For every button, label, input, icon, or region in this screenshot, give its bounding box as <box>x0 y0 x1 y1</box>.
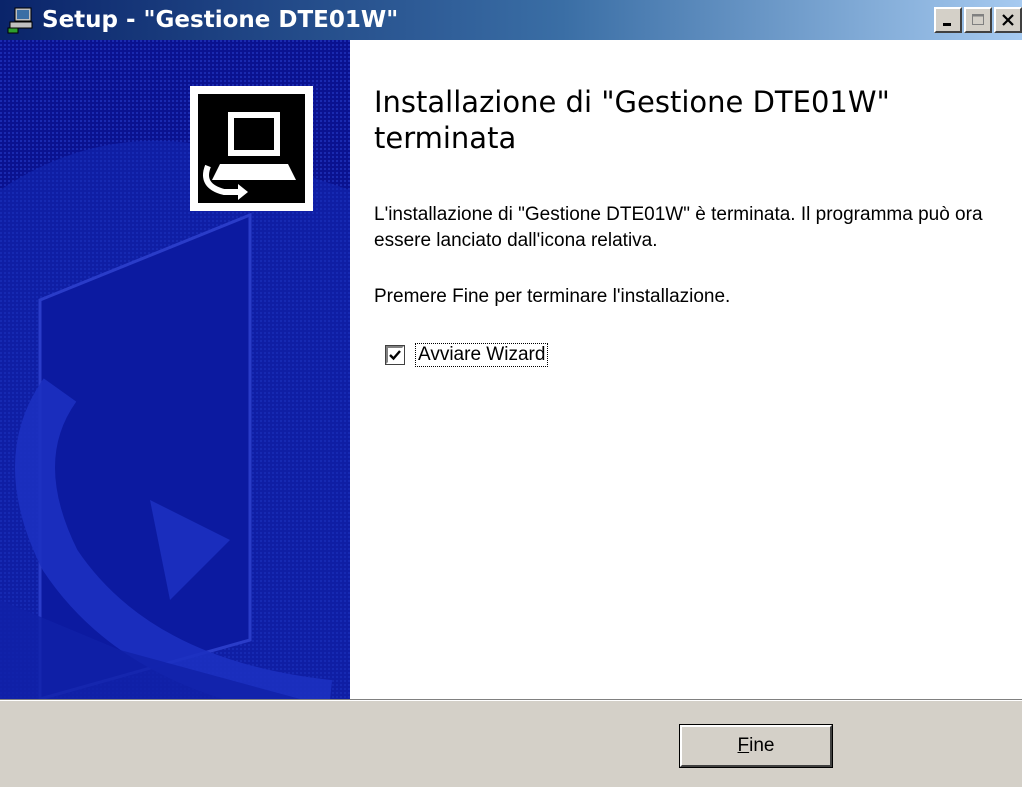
checkmark-icon <box>389 350 401 361</box>
computer-install-icon <box>190 86 313 211</box>
wizard-footer: Fine <box>0 701 1022 787</box>
completion-message: L'installazione di "Gestione DTE01W" è t… <box>374 204 983 251</box>
setup-computer-icon[interactable] <box>6 5 36 35</box>
launch-wizard-option[interactable]: Avviare Wizard <box>385 343 549 367</box>
window-controls <box>934 7 1022 33</box>
finish-button-accelerator: F <box>737 735 750 756</box>
window-title: Setup - "Gestione DTE01W" <box>42 7 399 33</box>
wizard-content: Installazione di "Gestione DTE01W" termi… <box>350 40 1022 699</box>
close-button[interactable] <box>994 7 1022 33</box>
wizard-side-panel <box>0 40 350 699</box>
finish-instruction: Premere Fine per terminare l'installazio… <box>374 286 731 307</box>
minimize-button[interactable] <box>934 7 962 33</box>
finish-button-label: ine <box>749 735 775 756</box>
finish-button[interactable]: Fine <box>679 724 833 768</box>
minimize-icon <box>943 23 951 26</box>
title-bar[interactable]: Setup - "Gestione DTE01W" <box>0 0 1022 40</box>
close-icon <box>1002 14 1014 26</box>
maximize-icon <box>972 14 984 25</box>
launch-wizard-checkbox[interactable] <box>385 345 405 365</box>
launch-wizard-label[interactable]: Avviare Wizard <box>415 343 549 367</box>
setup-window: Setup - "Gestione DTE01W" Installazione … <box>0 0 1022 787</box>
maximize-button[interactable] <box>964 7 992 33</box>
page-heading: Installazione di "Gestione DTE01W" termi… <box>374 85 890 155</box>
